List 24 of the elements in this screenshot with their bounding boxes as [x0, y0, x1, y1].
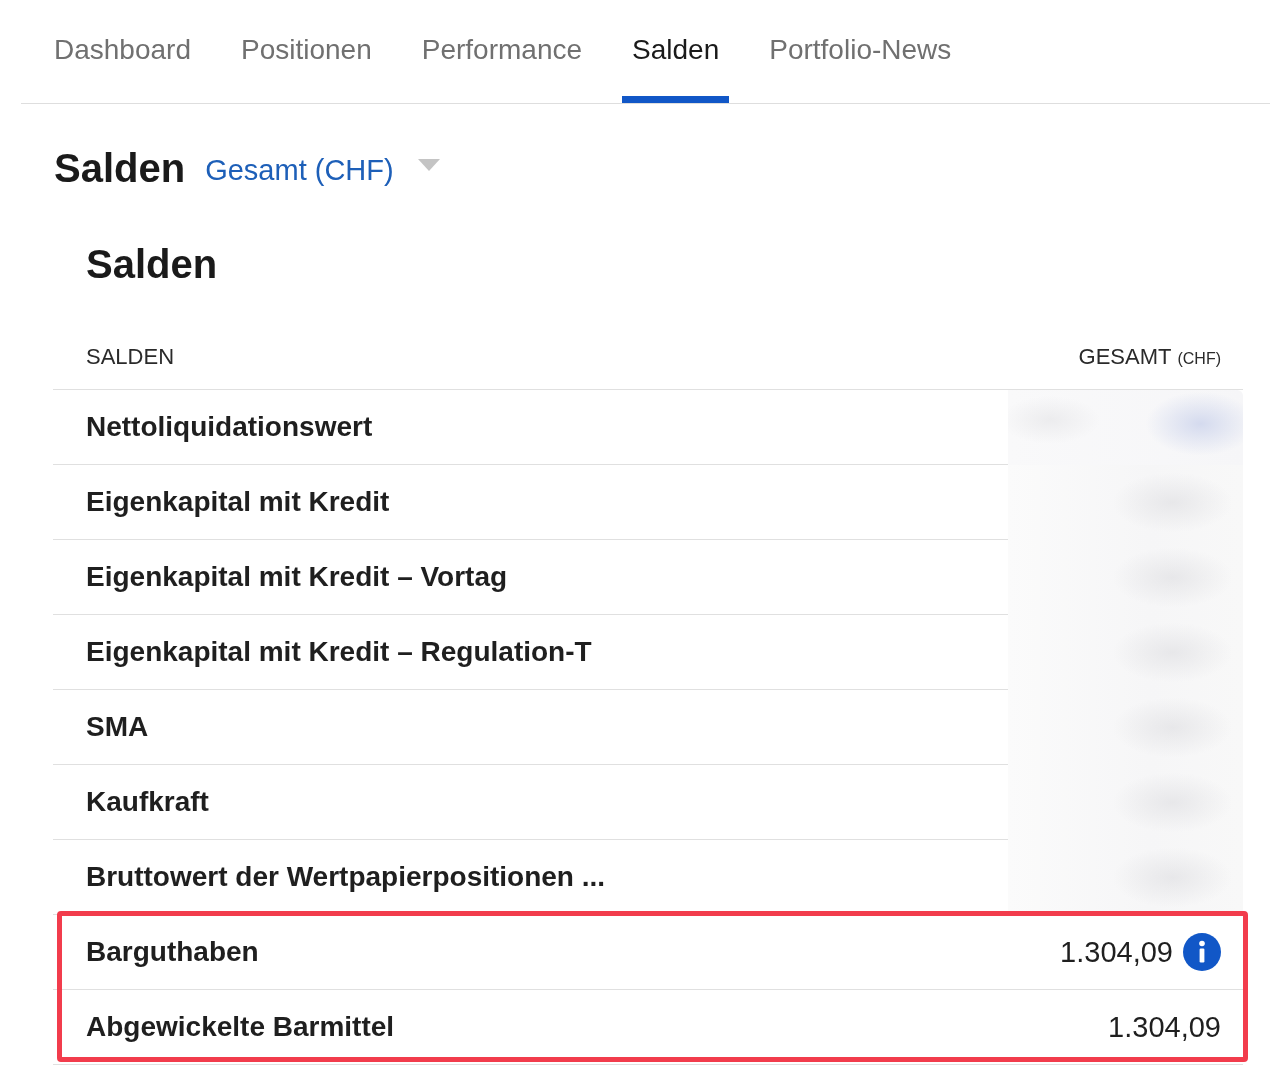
balance-label: Eigenkapital mit Kredit – Vortag — [86, 561, 508, 593]
tab[interactable]: Dashboard — [44, 0, 201, 103]
balance-label: SMA — [86, 711, 149, 743]
balance-value: 1.304,09 — [1060, 935, 1173, 969]
balance-label: Abgewickelte Barmittel — [86, 1011, 395, 1043]
column-header: SALDEN — [86, 343, 175, 370]
balance-label: Nettoliquidationswert — [86, 411, 373, 443]
column-unit: (CHF) — [1177, 349, 1221, 368]
balance-label: Eigenkapital mit Kredit – Regulation-T — [86, 636, 592, 668]
balance-label: Barguthaben — [86, 936, 259, 968]
tab[interactable]: Positionen — [231, 0, 382, 103]
balance-label: Eigenkapital mit Kredit — [86, 486, 390, 518]
balance-value: 1.304,09 — [1108, 1010, 1221, 1044]
account-dropdown[interactable]: Gesamt (CHF) — [205, 148, 440, 188]
page-title: Salden — [54, 145, 186, 192]
balance-label: Kaufkraft — [86, 786, 209, 818]
info-icon[interactable] — [1183, 933, 1221, 971]
tab[interactable]: Performance — [411, 0, 593, 103]
section-title: Salden — [86, 241, 218, 288]
column-header: GESAMT — [1078, 343, 1172, 370]
caret-icon — [417, 159, 440, 171]
balance-label: Bruttowert der Wertpapierpositionen ... — [86, 861, 606, 893]
tab[interactable]: Portfolio-News — [759, 0, 962, 103]
tab[interactable]: Salden — [622, 0, 730, 103]
